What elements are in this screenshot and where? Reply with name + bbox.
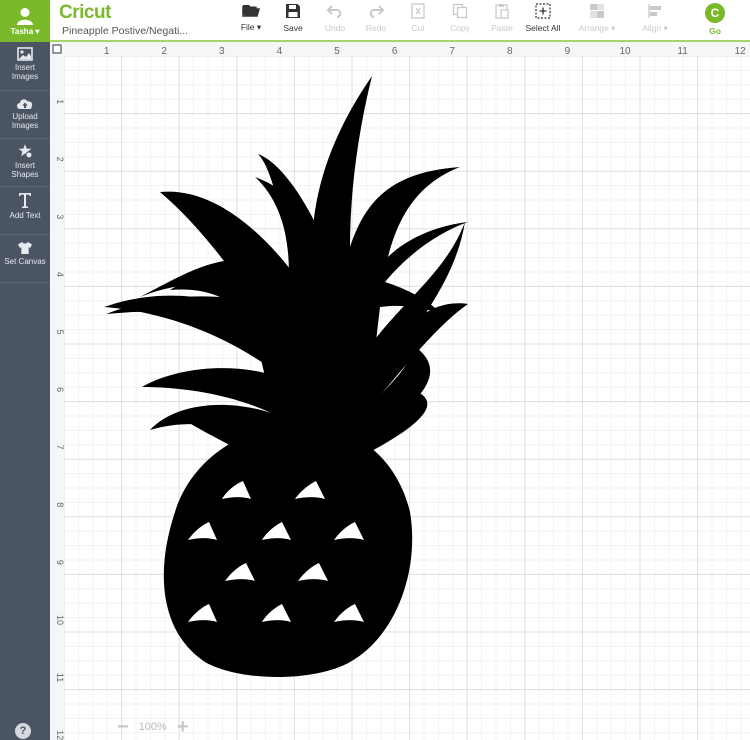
project-name[interactable]: Pineapple Postive/Negati... [62, 25, 188, 37]
top-ruler [50, 42, 750, 56]
ruler-tick-label: 8 [55, 502, 65, 507]
file-menu-button[interactable]: File ▾ [229, 3, 273, 33]
undo-button[interactable]: Undo [313, 3, 357, 33]
save-label: Save [283, 23, 303, 33]
cut-button[interactable]: Cut [396, 3, 440, 33]
zoom-in-button[interactable]: + [177, 717, 189, 737]
cricut-logo: Cricut [59, 2, 111, 23]
sidebar-item-label: Insert Shapes [11, 161, 39, 179]
ruler-tick-label: 7 [55, 445, 65, 450]
sidebar-item-label: Insert Images [11, 63, 39, 81]
sidebar-item-label: Upload Images [11, 112, 39, 130]
file-label: File ▾ [240, 22, 262, 32]
ruler-tick-label: 5 [334, 46, 340, 57]
sidebar-item-insert-shapes[interactable]: Insert Shapes [0, 139, 50, 187]
ruler-tick-label: 2 [161, 46, 167, 57]
top-toolbar: Cricut Pineapple Postive/Negati... File … [50, 0, 750, 42]
save-button[interactable]: Save [271, 3, 315, 33]
align-label: Align ▾ [642, 23, 668, 33]
ruler-tick-label: 5 [55, 329, 65, 334]
go-button[interactable]: C Go [703, 3, 727, 36]
select-all-button[interactable]: Select All [521, 3, 565, 33]
design-canvas[interactable]: 1 2 3 4 5 6 7 8 9 10 11 12 123456789101112 [50, 42, 750, 740]
ruler-tick-label: 4 [55, 272, 65, 277]
shapes-icon [18, 144, 33, 159]
ruler-tick-label: 3 [219, 46, 225, 57]
sidebar-item-upload-images[interactable]: Upload Images [0, 91, 50, 139]
ruler-tick-label: 4 [277, 46, 283, 57]
ruler-tick-label: 12 [55, 730, 65, 740]
cut-label: Cut [411, 23, 425, 33]
user-name: Tasha ▾ [10, 27, 40, 36]
folder-icon [242, 5, 260, 17]
zoom-controls: − 100% + [117, 716, 189, 738]
paste-icon [495, 4, 509, 19]
select-all-label: Select All [525, 23, 561, 33]
arrange-label: Arrange ▾ [578, 23, 616, 33]
copy-icon [452, 3, 468, 19]
copy-button[interactable]: Copy [438, 3, 482, 33]
ruler-tick-label: 11 [677, 46, 688, 57]
paste-label: Paste [491, 23, 513, 33]
ruler-tick-label: 12 [735, 46, 747, 57]
ruler-tick-label: 10 [619, 46, 631, 57]
cut-icon [411, 3, 425, 19]
ruler-tick-label: 2 [55, 157, 65, 162]
sidebar-item-set-canvas[interactable]: Set Canvas [0, 235, 50, 283]
sidebar-item-add-text[interactable]: Add Text [0, 187, 50, 235]
redo-button[interactable]: Redo [354, 3, 398, 33]
go-label: Go [709, 26, 721, 36]
ruler-tick-label: 1 [55, 99, 65, 104]
ruler-tick-label: 7 [449, 46, 455, 57]
sidebar-item-insert-images[interactable]: Insert Images [0, 43, 50, 91]
paste-button[interactable]: Paste [480, 3, 524, 33]
ruler-tick-label: 11 [55, 673, 65, 682]
zoom-out-button[interactable]: − [117, 717, 129, 737]
zoom-level: 100% [138, 721, 167, 733]
select-all-icon [535, 3, 551, 19]
user-avatar-icon [17, 8, 33, 25]
left-sidebar: Tasha ▾ Insert Images Upload Images Inse… [0, 0, 50, 740]
ruler-tick-label: 9 [55, 560, 65, 565]
ruler-tick-label: 1 [104, 46, 110, 57]
ruler-tick-label: 6 [392, 46, 398, 57]
ruler-tick-label: 6 [55, 387, 65, 392]
cricut-go-icon: C [705, 3, 725, 23]
ruler-tick-label: 10 [55, 615, 65, 625]
text-icon [19, 193, 31, 208]
arrange-menu-button[interactable]: Arrange ▾ [575, 3, 619, 34]
redo-label: Redo [365, 23, 387, 33]
ruler-tick-label: 8 [507, 46, 513, 57]
undo-icon [327, 5, 342, 18]
image-icon [17, 47, 33, 61]
arrange-icon [590, 4, 604, 18]
ruler-tick-label: 3 [55, 214, 65, 219]
redo-icon [369, 5, 384, 18]
align-icon [648, 4, 661, 18]
ruler-origin-corner [52, 44, 62, 54]
floppy-disk-icon [286, 4, 300, 18]
help-button[interactable]: ? [15, 723, 31, 739]
align-menu-button[interactable]: Align ▾ [633, 3, 677, 34]
user-menu[interactable]: Tasha ▾ [0, 0, 50, 42]
ruler-tick-label: 9 [565, 46, 571, 57]
cloud-upload-icon [17, 99, 33, 109]
copy-label: Copy [450, 23, 470, 33]
undo-label: Undo [324, 23, 346, 33]
sidebar-item-label: Add Text [9, 211, 41, 220]
sidebar-item-label: Set Canvas [4, 257, 46, 266]
tshirt-icon [18, 242, 32, 254]
